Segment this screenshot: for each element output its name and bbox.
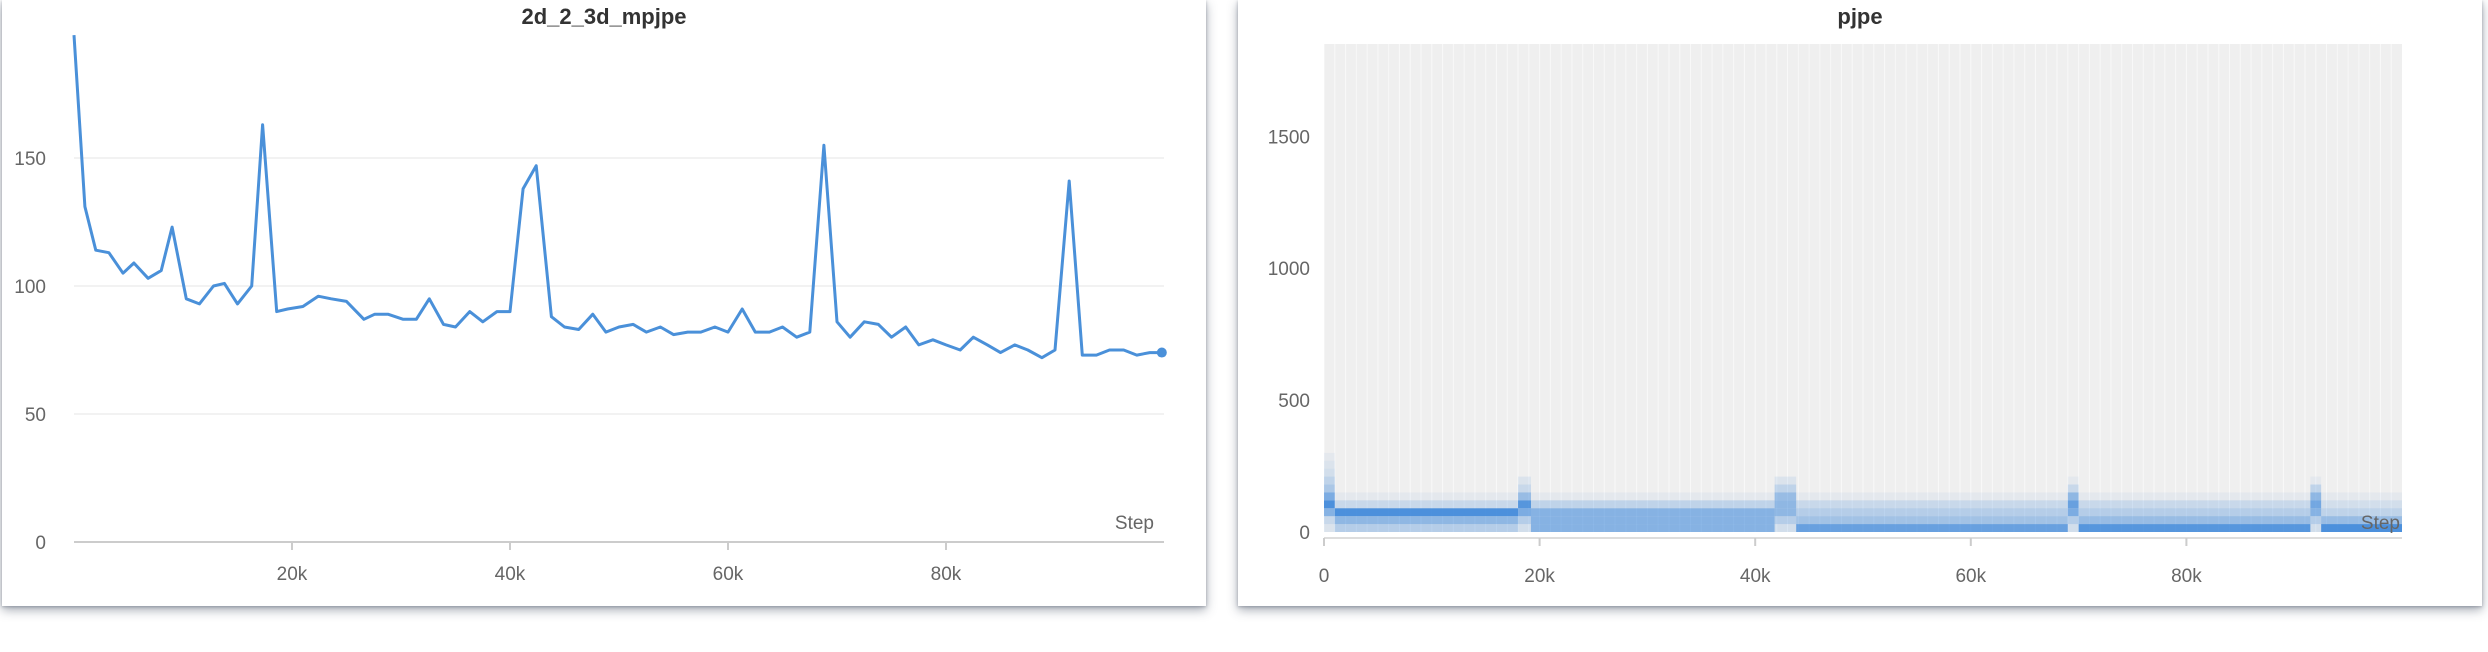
heatmap-cell bbox=[2067, 508, 2079, 517]
heatmap-cell bbox=[1796, 508, 2068, 517]
heatmap-cell bbox=[2310, 524, 2322, 532]
heatmap-cell bbox=[2310, 508, 2322, 517]
heatmap-cell bbox=[2078, 508, 2311, 517]
heatmap-cell bbox=[2310, 500, 2322, 509]
heatmap-cell bbox=[1518, 476, 1531, 485]
heatmap-cell bbox=[2078, 524, 2311, 532]
heatmap-cell bbox=[1334, 508, 1519, 517]
heatmap-cell bbox=[2321, 492, 2402, 501]
heatmap-cell bbox=[1530, 516, 1775, 525]
line-chart-panel: 2d_2_3d_mpjpe 0 50 100 150 20k 40k 60k 80k Step bbox=[2, 0, 1206, 606]
heatmap-cell bbox=[1518, 516, 1531, 525]
heatmap-cell bbox=[1324, 524, 1335, 532]
heatmap-cell bbox=[1796, 524, 2068, 532]
y-tick-label: 1000 bbox=[1268, 259, 1310, 280]
heatmap-cell bbox=[1774, 500, 1797, 509]
heatmap-cell bbox=[1774, 516, 1797, 525]
heatmap-cell bbox=[1796, 516, 2068, 525]
x-tick-label: 40k bbox=[1740, 566, 1771, 587]
heatmap-cell bbox=[1324, 500, 1335, 509]
x-tick-label: 0 bbox=[1319, 566, 1330, 587]
heatmap-cell bbox=[1324, 452, 1335, 461]
heatmap-cell bbox=[2310, 476, 2322, 485]
series-line bbox=[72, 35, 1162, 360]
heatmap-cell bbox=[1796, 492, 2068, 501]
heatmap-cell bbox=[1774, 492, 1797, 501]
heatmap-cell bbox=[1530, 500, 1775, 509]
heatmap-cell bbox=[2321, 500, 2402, 509]
x-axis-label: Step bbox=[1115, 513, 1154, 534]
heatmap-cell bbox=[2078, 492, 2311, 501]
heatmap-cell bbox=[1324, 484, 1335, 493]
line-chart-svg: 0 50 100 150 20k 40k 60k 80k Step bbox=[14, 35, 1167, 585]
heatmap-cell bbox=[1530, 524, 1775, 532]
heatmap-cell bbox=[1518, 492, 1531, 501]
heatmap-cell bbox=[2067, 524, 2079, 532]
heatmap-cell bbox=[1774, 508, 1797, 517]
heatmap-cell bbox=[1324, 460, 1335, 469]
heatmap-chart-svg: 0 500 1000 1500 0 20k 40k 60k 80k Step bbox=[1268, 44, 2402, 587]
heatmap-cell bbox=[1518, 508, 1531, 517]
heatmap-cell bbox=[1530, 508, 1775, 517]
y-tick-label: 1500 bbox=[1268, 127, 1310, 148]
y-tick-label: 50 bbox=[25, 405, 46, 426]
heatmap-cell bbox=[2067, 516, 2079, 525]
heatmap-cell bbox=[1324, 508, 1335, 517]
heatmap-cell bbox=[1518, 524, 1531, 532]
heatmap-cell bbox=[1324, 476, 1335, 485]
y-tick-label: 500 bbox=[1278, 391, 1310, 412]
heatmap-cell bbox=[1334, 524, 1519, 532]
heatmap-cell bbox=[2078, 516, 2311, 525]
y-tick-label: 0 bbox=[35, 533, 46, 554]
x-tick-label: 60k bbox=[713, 564, 744, 585]
heatmap-cell bbox=[2310, 484, 2322, 493]
x-tick-label: 20k bbox=[1524, 566, 1555, 587]
heatmap-cell bbox=[1334, 492, 1519, 501]
x-tick-label: 80k bbox=[2171, 566, 2202, 587]
heatmap-cell bbox=[1774, 484, 1797, 493]
heatmap-cell bbox=[1334, 516, 1519, 525]
heatmap-cell bbox=[2067, 476, 2079, 485]
heatmap-cell bbox=[2078, 500, 2311, 509]
y-tick-label: 150 bbox=[14, 149, 46, 170]
y-tick-label: 0 bbox=[1299, 523, 1310, 544]
last-point-marker bbox=[1156, 347, 1167, 358]
heatmap-cell bbox=[1324, 492, 1335, 501]
heatmap-cell bbox=[2067, 484, 2079, 493]
heatmap-cell bbox=[1324, 516, 1335, 525]
heatmap-cell bbox=[2067, 500, 2079, 509]
heatmap-cell bbox=[1518, 500, 1531, 509]
x-tick-label: 20k bbox=[277, 564, 308, 585]
heatmap-cell bbox=[1796, 500, 2068, 509]
y-tick-label: 100 bbox=[14, 277, 46, 298]
heatmap-chart-panel: pjpe 0 500 1000 1500 0 20k 40k 60k 80k Step bbox=[1238, 0, 2482, 606]
x-tick-label: 60k bbox=[1955, 566, 1986, 587]
heatmap-cell bbox=[1334, 500, 1519, 509]
heatmap-cell bbox=[1324, 468, 1335, 477]
x-tick-label: 40k bbox=[495, 564, 526, 585]
heatmap-cell bbox=[1530, 492, 1775, 501]
heatmap-cell bbox=[1518, 484, 1531, 493]
x-axis-label: Step bbox=[2361, 513, 2400, 534]
x-tick-label: 80k bbox=[931, 564, 962, 585]
heatmap-cell bbox=[2310, 516, 2322, 525]
heatmap-cell bbox=[2310, 492, 2322, 501]
heatmap-cell bbox=[1774, 476, 1797, 485]
heatmap-cell bbox=[1774, 524, 1797, 532]
heatmap-cell bbox=[2067, 492, 2079, 501]
